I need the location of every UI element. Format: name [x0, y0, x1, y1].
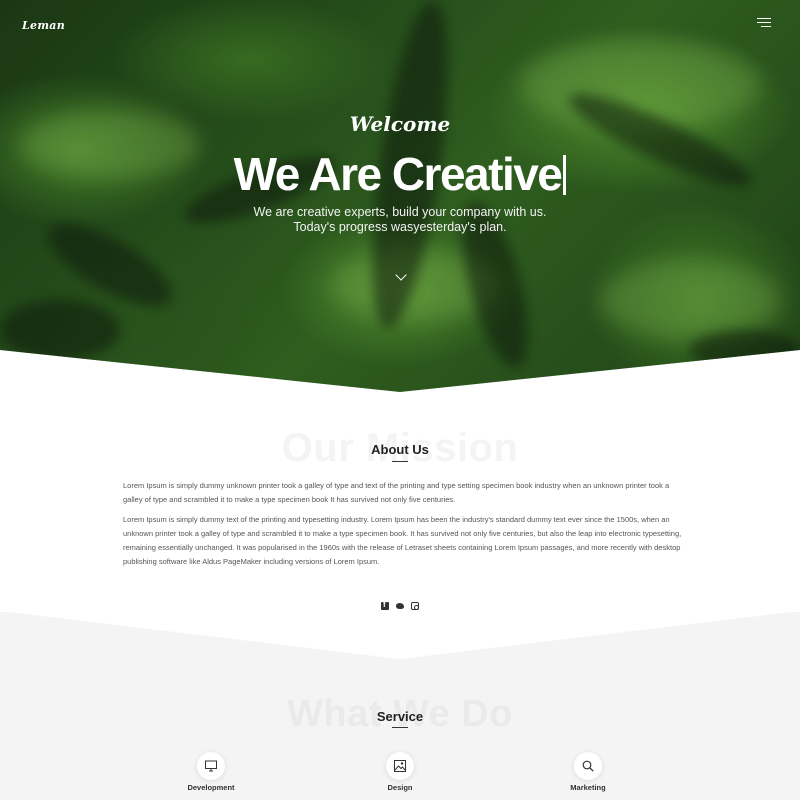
welcome-script: Welcome: [349, 112, 451, 136]
about-paragraph-2: Lorem Ipsum is simply dummy text of the …: [123, 515, 682, 566]
about-paragraph-1: Lorem Ipsum is simply dummy unknown prin…: [123, 481, 670, 504]
hero-subtitle-line-2: Today's progress wasyesterday's plan.: [293, 220, 507, 234]
instagram-icon[interactable]: [411, 602, 419, 610]
service-label: Marketing: [570, 783, 606, 792]
monitor-icon[interactable]: [197, 752, 225, 780]
service-label: Design: [387, 783, 413, 792]
search-icon[interactable]: [574, 752, 602, 780]
service-title-underline: [392, 727, 408, 728]
typing-cursor: [563, 155, 567, 195]
hero-subtitle-line-1: We are creative experts, build your comp…: [253, 205, 547, 219]
site-logo[interactable]: Leman: [22, 19, 65, 32]
service-label: Development: [187, 783, 235, 792]
service-item-marketing[interactable]: Marketing: [538, 752, 638, 792]
image-icon[interactable]: [386, 752, 414, 780]
hero-headline: We Are Creative: [0, 146, 800, 202]
about-title-underline: [392, 461, 408, 462]
hero-section: Leman Welcome We Are Creative We are cre…: [0, 0, 800, 392]
about-title: About Us: [371, 442, 429, 457]
hero-headline-text: We Are Creative: [233, 148, 563, 200]
service-title: Service: [376, 709, 424, 724]
service-item-design[interactable]: Design: [350, 752, 450, 792]
twitter-icon[interactable]: [396, 602, 404, 610]
social-links: [380, 600, 420, 612]
service-item-development[interactable]: Development: [161, 752, 261, 792]
hamburger-menu-icon[interactable]: [757, 18, 771, 28]
facebook-icon[interactable]: [381, 600, 389, 610]
